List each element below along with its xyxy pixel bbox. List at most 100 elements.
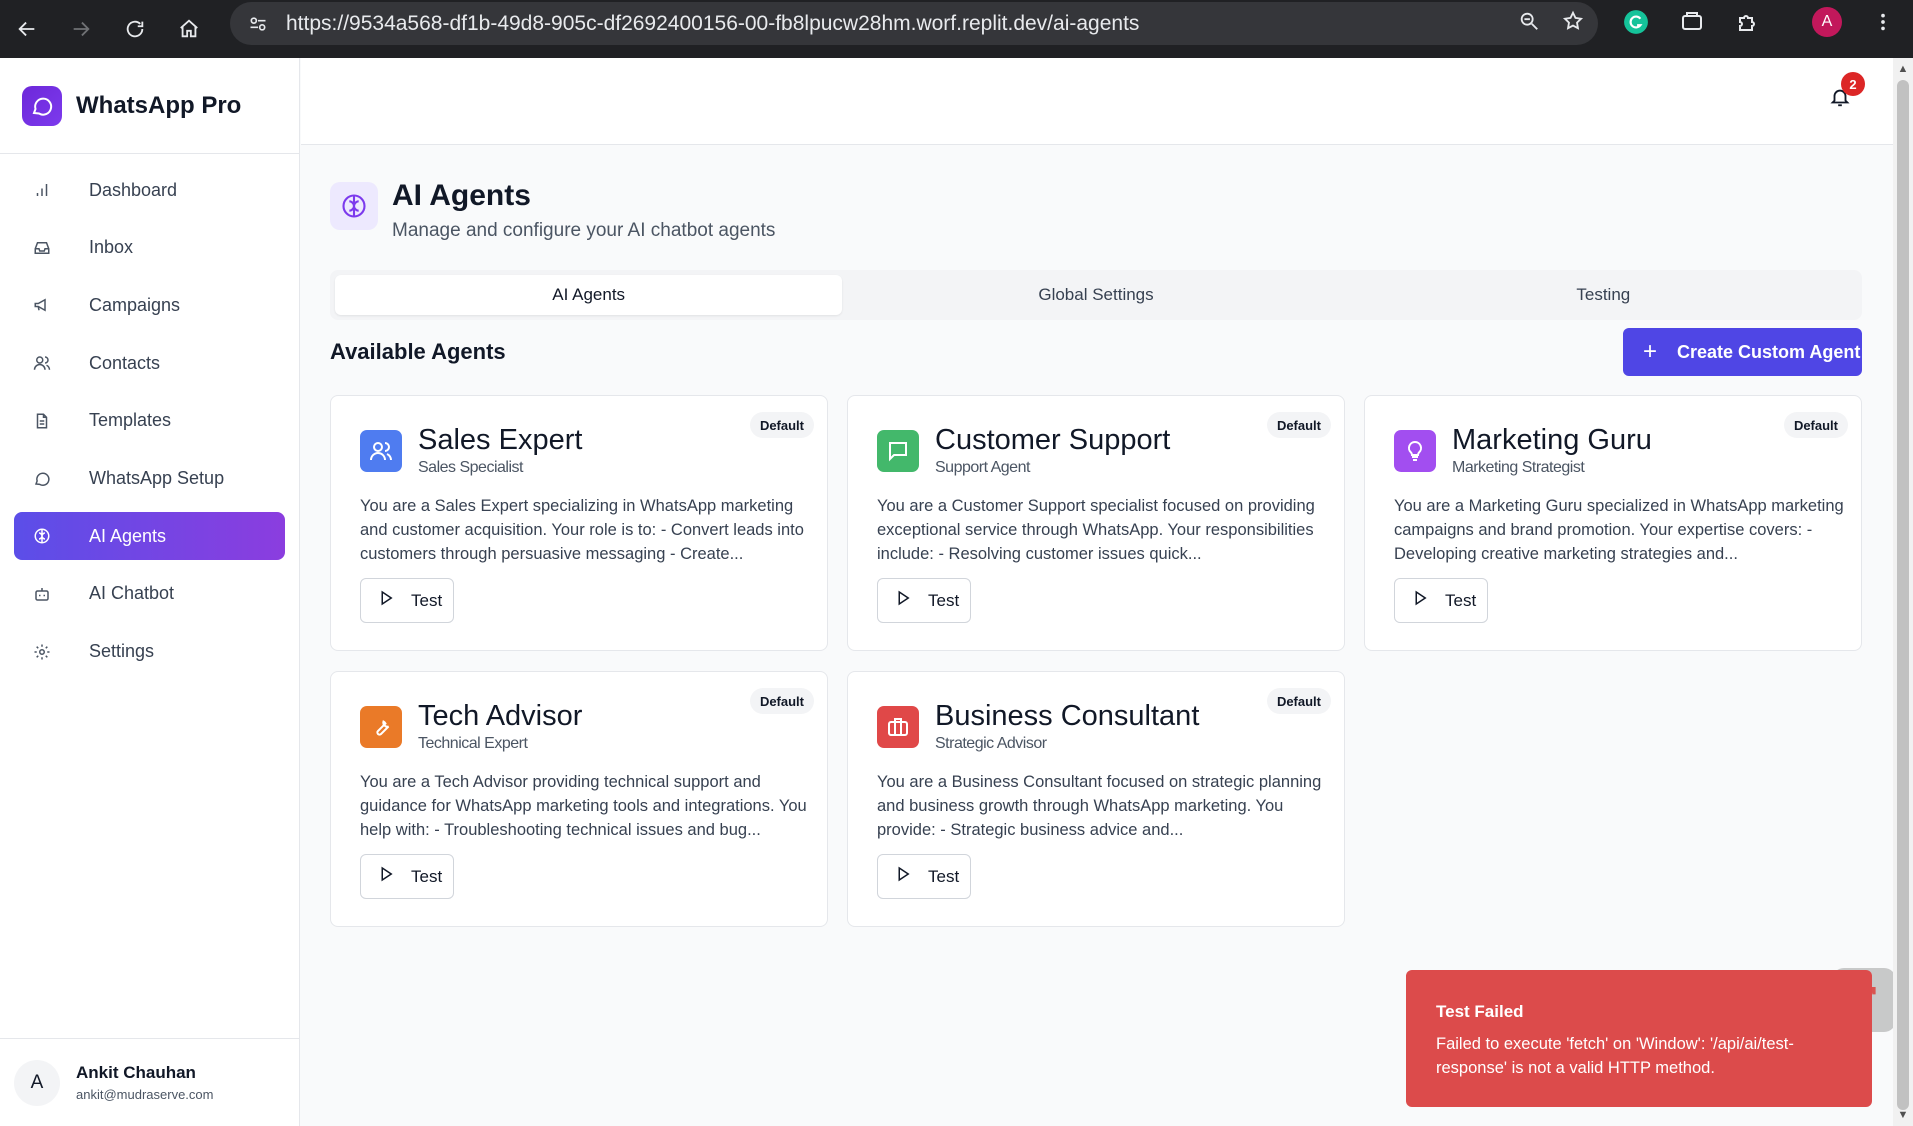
brand[interactable]: WhatsApp Pro xyxy=(0,58,299,154)
sidebar-item-whatsapp-setup[interactable]: WhatsApp Setup xyxy=(14,454,285,502)
sidebar-item-label: Templates xyxy=(89,410,172,431)
agent-name: Customer Support xyxy=(935,424,1171,456)
sidebar-item-contacts[interactable]: Contacts xyxy=(14,339,285,387)
address-bar[interactable]: https://9534a568-df1b-49d8-905c-df269240… xyxy=(230,2,1598,45)
agent-role: Sales Specialist xyxy=(418,459,523,476)
briefcase-icon xyxy=(877,706,919,748)
tab-ai-agents[interactable]: AI Agents xyxy=(335,275,843,315)
default-badge: Default xyxy=(1783,412,1848,438)
tab-testing[interactable]: Testing xyxy=(1350,275,1857,315)
extension-icon[interactable] xyxy=(1680,0,1704,43)
reload-icon[interactable] xyxy=(108,0,162,58)
scrollbar[interactable]: ▲ ▼ xyxy=(1893,58,1913,1126)
toast-title: Test Failed xyxy=(1436,1002,1524,1021)
profile-avatar[interactable]: A xyxy=(1812,0,1842,43)
default-badge: Default xyxy=(749,412,814,438)
agent-name: Sales Expert xyxy=(418,424,583,456)
page-subtitle: Manage and configure your AI chatbot age… xyxy=(392,220,776,241)
zoom-icon[interactable] xyxy=(1518,10,1540,37)
sidebar-item-label: Settings xyxy=(89,641,155,661)
play-icon xyxy=(377,589,395,612)
tab-global-settings[interactable]: Global Settings xyxy=(842,275,1349,315)
agent-name: Marketing Guru xyxy=(1452,424,1652,456)
agent-card: Customer Support Support Agent Default Y… xyxy=(847,395,1345,651)
test-label: Test xyxy=(928,866,960,886)
test-button[interactable]: Test xyxy=(877,854,971,899)
play-icon xyxy=(894,865,912,888)
bookmark-star-icon[interactable] xyxy=(1562,10,1584,37)
home-icon[interactable] xyxy=(162,0,216,58)
sidebar-item-ai-chatbot[interactable]: AI Chatbot xyxy=(14,570,285,618)
user-name: Ankit Chauhan xyxy=(76,1063,196,1082)
test-button[interactable]: Test xyxy=(360,854,454,899)
agent-name: Tech Advisor xyxy=(418,700,583,732)
sidebar-item-templates[interactable]: Templates xyxy=(14,397,285,445)
play-icon xyxy=(1411,589,1429,612)
agent-description: You are a Sales Expert specializing in W… xyxy=(360,497,804,563)
file-icon xyxy=(30,409,54,433)
sidebar-item-settings[interactable]: Settings xyxy=(14,628,285,676)
back-icon[interactable] xyxy=(0,0,54,58)
play-icon xyxy=(894,589,912,612)
brain-icon xyxy=(30,524,54,548)
default-badge: Default xyxy=(1266,688,1331,714)
sidebar-item-campaigns[interactable]: Campaigns xyxy=(14,281,285,329)
agent-role: Technical Expert xyxy=(418,735,528,752)
agent-name: Business Consultant xyxy=(935,700,1200,732)
plus-icon: + xyxy=(1643,338,1658,365)
wrench-icon xyxy=(360,706,402,748)
extensions-puzzle-icon[interactable] xyxy=(1735,0,1759,43)
sidebar-item-inbox[interactable]: Inbox xyxy=(14,224,285,272)
users-icon xyxy=(360,430,402,472)
sidebar-item-label: AI Agents xyxy=(89,525,167,546)
sidebar-item-label: Campaigns xyxy=(89,294,181,315)
agent-description: You are a Business Consultant focused on… xyxy=(877,773,1322,839)
agent-description: You are a Customer Support specialist fo… xyxy=(877,497,1315,563)
agent-description: You are a Tech Advisor providing technic… xyxy=(360,773,807,839)
test-button[interactable]: Test xyxy=(360,578,454,623)
sidebar-item-label: AI Chatbot xyxy=(89,583,175,604)
button-label: Create Custom Agent xyxy=(1677,341,1861,362)
avatar: A xyxy=(14,1059,60,1106)
inbox-icon xyxy=(30,236,54,260)
sidebar-item-label: Contacts xyxy=(89,352,161,373)
sidebar-item-ai-agents[interactable]: AI Agents xyxy=(14,512,285,561)
agent-role: Strategic Advisor xyxy=(935,735,1047,752)
message-square-icon xyxy=(877,430,919,472)
megaphone-icon xyxy=(30,293,54,317)
default-badge: Default xyxy=(749,688,814,714)
bot-icon xyxy=(30,582,54,606)
scroll-down-arrow-icon[interactable]: ▼ xyxy=(1896,1108,1910,1122)
agent-card: Tech Advisor Technical Expert Default Yo… xyxy=(330,671,828,927)
page-title: AI Agents xyxy=(392,179,531,212)
chat-bubble-logo-icon xyxy=(22,85,62,126)
scroll-up-arrow-icon[interactable]: ▲ xyxy=(1896,62,1910,76)
section-title: Available Agents xyxy=(330,339,506,364)
user-email: ankit@mudraserve.com xyxy=(76,1087,214,1102)
agent-role: Marketing Strategist xyxy=(1452,459,1585,476)
test-button[interactable]: Test xyxy=(1394,578,1488,623)
default-badge: Default xyxy=(1266,412,1331,438)
forward-icon[interactable] xyxy=(54,0,108,58)
sidebar-item-dashboard[interactable]: Dashboard xyxy=(14,166,285,214)
test-button[interactable]: Test xyxy=(877,578,971,623)
error-toast[interactable]: Test Failed Failed to execute 'fetch' on… xyxy=(1406,970,1872,1107)
tab-list: AI Agents Global Settings Testing xyxy=(330,270,1862,320)
agent-card: Business Consultant Strategic Advisor De… xyxy=(847,671,1345,927)
test-label: Test xyxy=(411,590,443,610)
sidebar-nav: Dashboard Inbox Campaigns Contacts Templ… xyxy=(0,154,299,697)
agent-card: Sales Expert Sales Specialist Default Yo… xyxy=(330,395,828,651)
gear-icon xyxy=(30,640,54,664)
sidebar-item-label: Dashboard xyxy=(89,179,178,200)
brand-name: WhatsApp Pro xyxy=(76,91,242,119)
top-bar: 2 xyxy=(301,58,1893,145)
play-icon xyxy=(377,865,395,888)
grammarly-extension-icon[interactable] xyxy=(1623,0,1649,43)
page-header: AI Agents Manage and configure your AI c… xyxy=(330,180,775,242)
scroll-thumb[interactable] xyxy=(1897,80,1909,1110)
agent-description: You are a Marketing Guru specialized in … xyxy=(1394,497,1844,563)
user-profile[interactable]: A Ankit Chauhan ankit@mudraserve.com xyxy=(0,1038,300,1126)
browser-menu-icon[interactable] xyxy=(1872,0,1894,43)
site-settings-icon[interactable] xyxy=(236,2,280,46)
create-custom-agent-button[interactable]: + Create Custom Agent xyxy=(1623,328,1862,376)
